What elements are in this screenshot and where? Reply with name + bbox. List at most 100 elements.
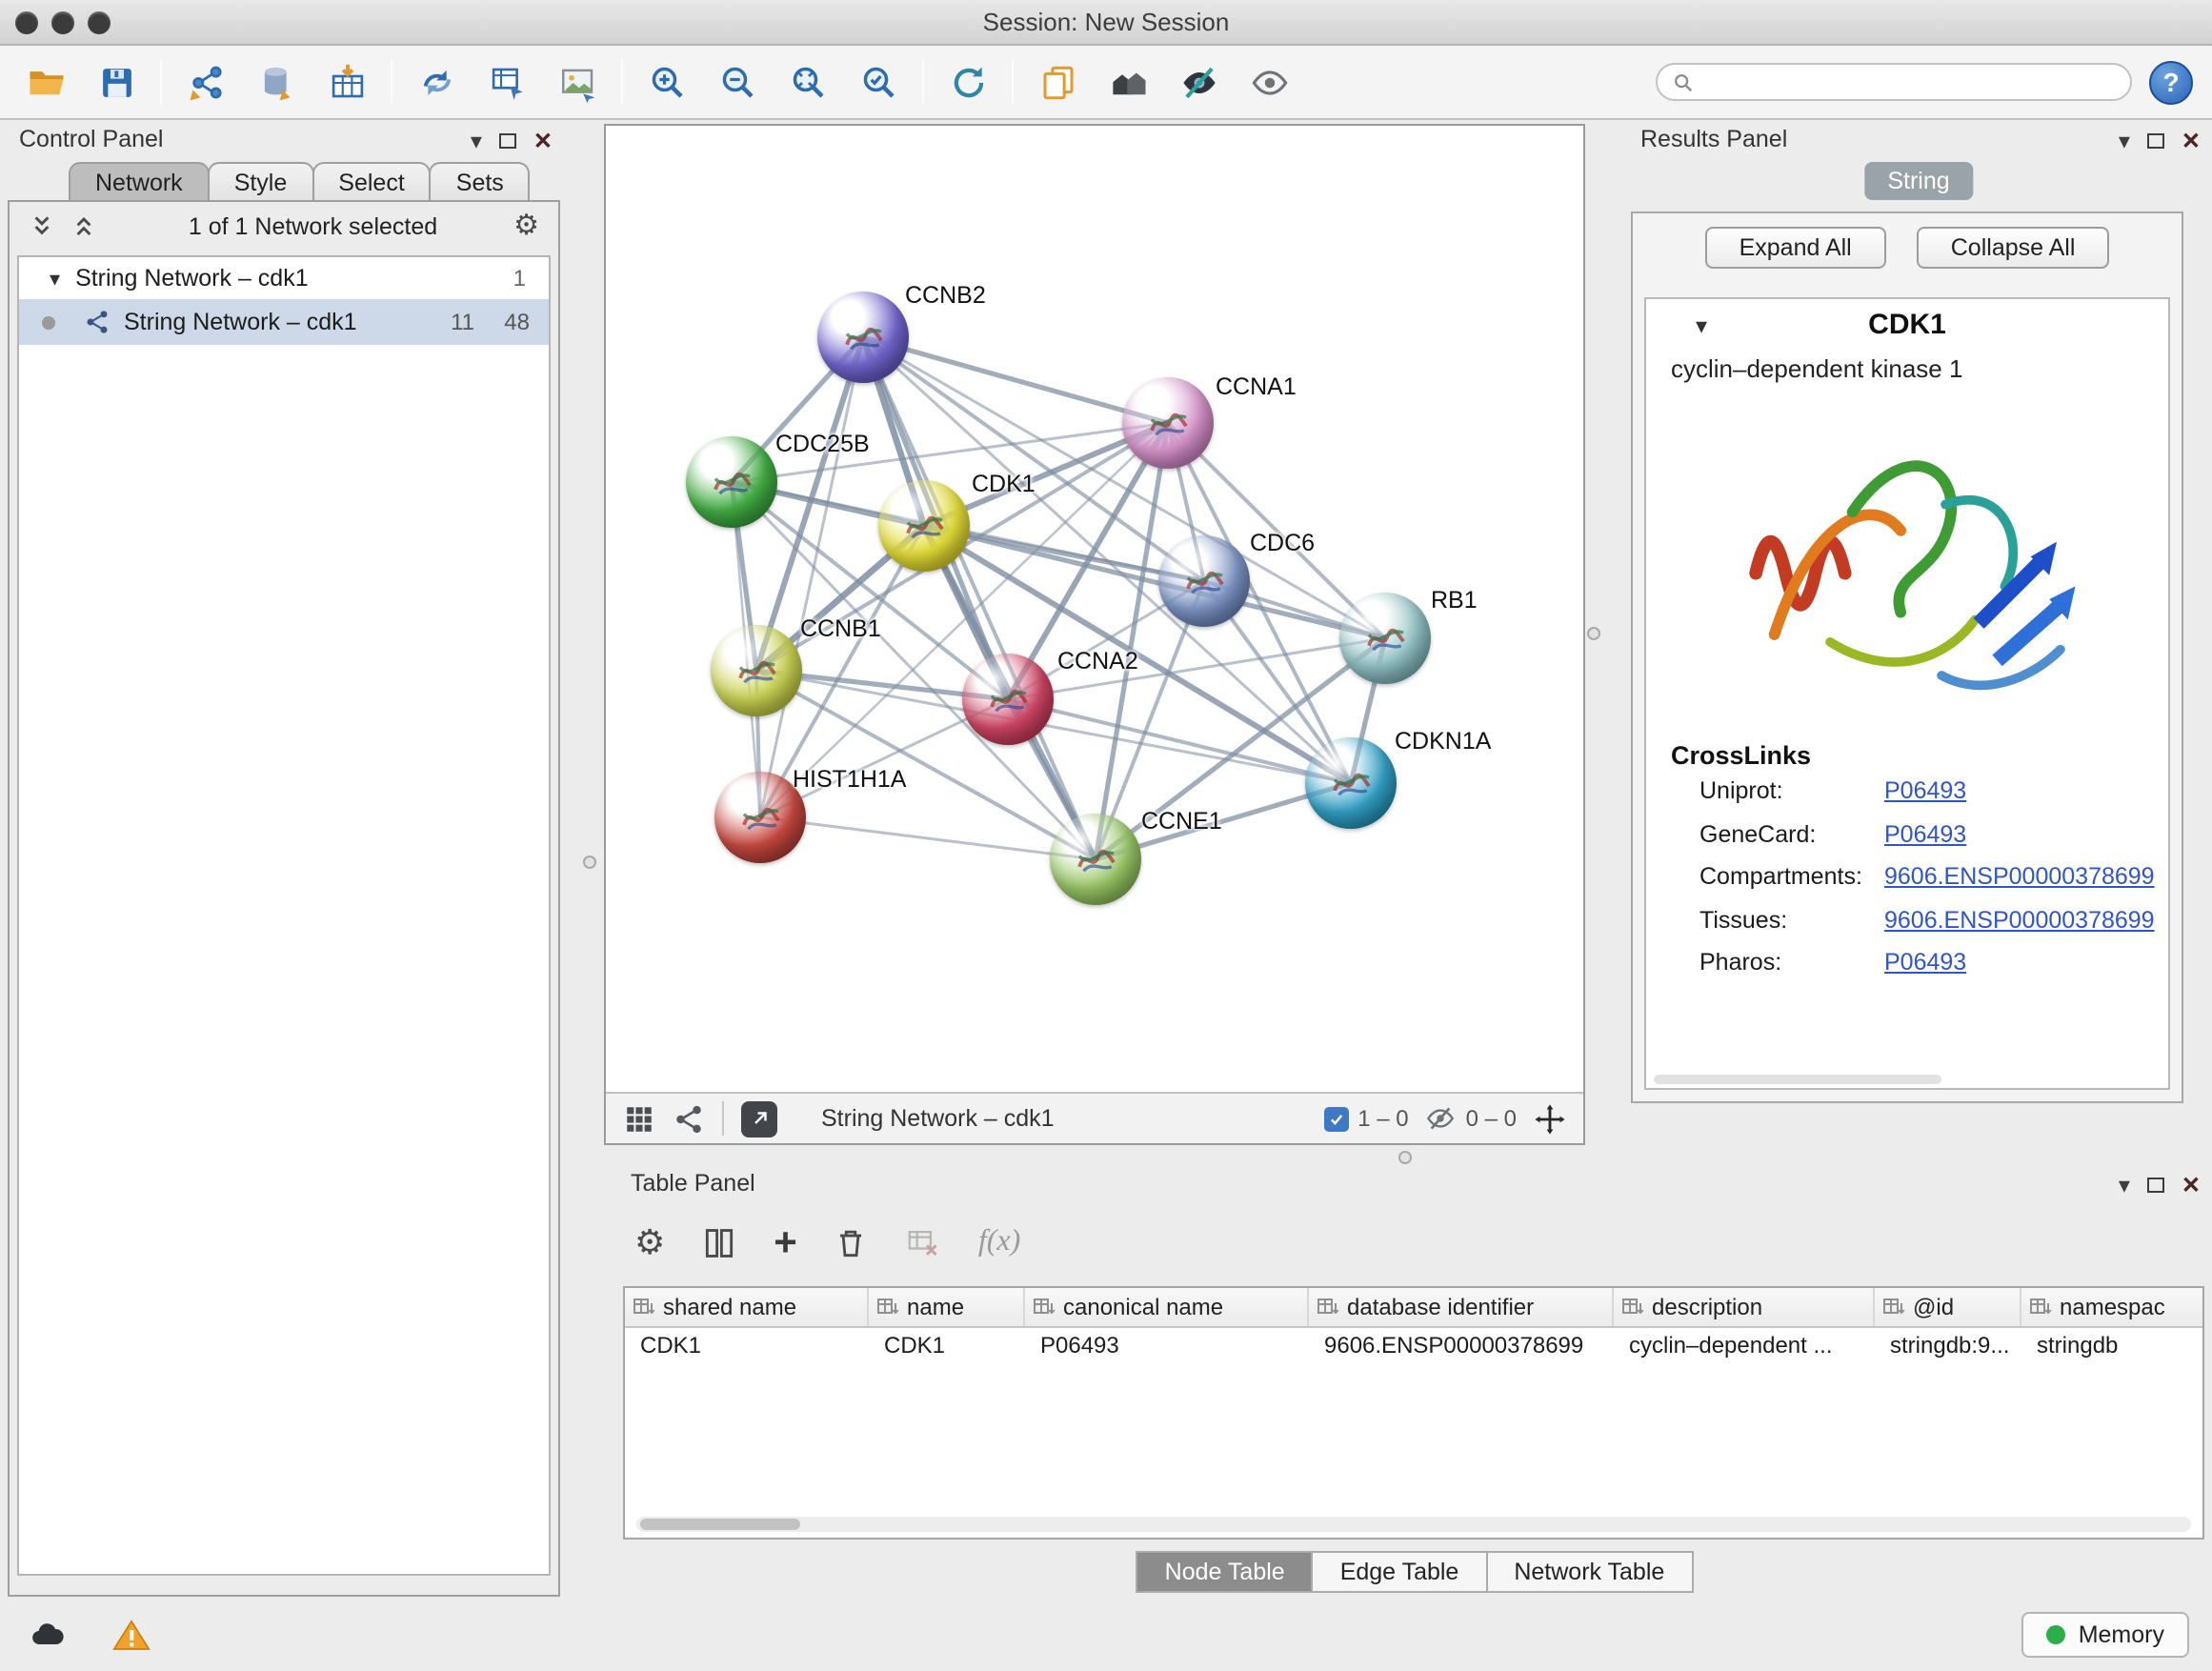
splitter-handle[interactable] [1398, 1151, 1412, 1164]
column-header--id[interactable]: @id [1875, 1288, 2021, 1326]
new-table-button[interactable] [480, 55, 533, 109]
help-button[interactable]: ? [2149, 60, 2193, 104]
expand-all-button[interactable]: Expand All [1705, 227, 1886, 269]
tab-sets[interactable]: Sets [430, 162, 531, 202]
fit-content-crosshair-icon[interactable] [1534, 1102, 1566, 1135]
network-node-cdc6[interactable] [1158, 535, 1250, 627]
panel-close-icon[interactable]: ✕ [2182, 1172, 2201, 1198]
network-node-rb1[interactable] [1339, 593, 1431, 684]
tab-network-table[interactable]: Network Table [1485, 1551, 1693, 1593]
network-node-label: HIST1H1A [793, 766, 907, 793]
gene-card-header[interactable]: ▾ CDK1 [1646, 299, 2168, 351]
warnings-button[interactable] [107, 1614, 156, 1656]
crosslink-link[interactable]: P06493 [1884, 778, 1966, 805]
network-options-gear-icon[interactable]: ⚙ [513, 211, 539, 242]
hide-selected-button[interactable] [1172, 55, 1225, 109]
tab-node-table[interactable]: Node Table [1136, 1551, 1314, 1593]
network-row[interactable]: String Network – cdk1 11 48 [19, 299, 549, 345]
zoom-fit-button[interactable] [781, 55, 835, 109]
column-header-database-identifier[interactable]: database identifier [1309, 1288, 1614, 1326]
first-neighbors-button[interactable] [1101, 55, 1155, 109]
panel-close-icon[interactable]: ✕ [2182, 128, 2201, 154]
selected-checkbox-icon[interactable] [1323, 1106, 1348, 1131]
show-columns-icon[interactable] [701, 1224, 737, 1260]
zoom-out-button[interactable] [711, 55, 764, 109]
tab-style[interactable]: Style [208, 162, 314, 202]
panel-float-icon[interactable] [499, 133, 516, 149]
crosslink-link[interactable]: P06493 [1884, 821, 1966, 848]
zoom-selected-button[interactable] [852, 55, 905, 109]
panel-menu-icon[interactable]: ▾ [471, 128, 482, 154]
tab-network[interactable]: Network [69, 162, 210, 202]
collapse-all-icon[interactable] [29, 211, 55, 242]
crosslink-link[interactable]: 9606.ENSP00000378699 [1884, 907, 2155, 934]
import-network-database-button[interactable] [250, 55, 303, 109]
clear-table-icon[interactable] [906, 1224, 942, 1260]
network-node-ccna1[interactable] [1122, 377, 1214, 469]
clone-network-button[interactable] [410, 55, 463, 109]
main-toolbar: ? [0, 46, 2212, 120]
collapse-all-button[interactable]: Collapse All [1917, 227, 2110, 269]
gene-collapse-icon[interactable]: ▾ [1696, 312, 1707, 339]
expand-all-icon[interactable] [70, 211, 97, 242]
panel-close-icon[interactable]: ✕ [533, 128, 553, 154]
copy-document-button[interactable] [1031, 55, 1084, 109]
network-node-ccne1[interactable] [1050, 814, 1141, 905]
network-canvas[interactable]: CCNB2CCNA1CDC25BCDK1CDC6RB1CCNB1CCNA2CDK… [606, 126, 1583, 1092]
gene-card-scrollbar[interactable] [1654, 1075, 1941, 1084]
delete-column-trash-icon[interactable] [834, 1224, 870, 1260]
panel-menu-icon[interactable]: ▾ [2119, 128, 2130, 154]
panel-float-icon[interactable] [2147, 133, 2164, 149]
import-table-file-button[interactable] [320, 55, 373, 109]
protein-thumbnail-icon [898, 500, 950, 552]
cloud-status-button[interactable] [23, 1614, 72, 1656]
crosslink-link[interactable]: 9606.ENSP00000378699 [1884, 864, 2155, 891]
import-network-file-button[interactable] [179, 55, 232, 109]
crosslink-label: Compartments: [1699, 864, 1884, 891]
birdseye-grid-icon[interactable] [623, 1102, 655, 1135]
tab-edge-table[interactable]: Edge Table [1312, 1551, 1488, 1593]
control-panel: Control Panel ▾ ✕ NetworkStyleSelectSets… [4, 124, 564, 1597]
network-node-ccnb1[interactable] [711, 625, 802, 716]
network-node-cdkn1a[interactable] [1305, 737, 1397, 829]
network-share-small-icon[interactable] [673, 1102, 705, 1135]
column-header-name[interactable]: name [869, 1288, 1025, 1326]
scrollbar-thumb[interactable] [640, 1519, 800, 1530]
table-settings-gear-icon[interactable]: ⚙ [634, 1222, 665, 1262]
search-box[interactable] [1656, 63, 2132, 101]
save-session-button[interactable] [90, 55, 143, 109]
crosslink-link[interactable]: P06493 [1884, 950, 1966, 976]
apply-layout-button[interactable] [941, 55, 995, 109]
table-horizontal-scrollbar[interactable] [636, 1517, 2191, 1532]
column-header-label: database identifier [1347, 1294, 1534, 1320]
table-cell: CDK1 [869, 1328, 1025, 1364]
network-node-cdc25b[interactable] [686, 436, 777, 528]
open-session-button[interactable] [19, 55, 72, 109]
protein-thumbnail-icon [1142, 397, 1194, 449]
network-node-ccna2[interactable] [962, 654, 1054, 745]
column-header-namespac[interactable]: namespac [2021, 1288, 2204, 1326]
network-node-ccnb2[interactable] [817, 292, 909, 383]
collection-collapse-icon[interactable]: ▾ [50, 266, 60, 291]
tab-select[interactable]: Select [312, 162, 432, 202]
panel-float-icon[interactable] [2147, 1178, 2164, 1193]
tab-string[interactable]: String [1864, 162, 1972, 200]
network-node-cdk1[interactable] [878, 480, 970, 572]
network-collection-row[interactable]: ▾ String Network – cdk1 1 [19, 257, 549, 299]
column-header-shared-name[interactable]: shared name [625, 1288, 869, 1326]
open-external-button[interactable] [741, 1100, 777, 1137]
column-header-canonical-name[interactable]: canonical name [1025, 1288, 1309, 1326]
hidden-eye-icon [1426, 1103, 1457, 1134]
show-all-button[interactable] [1242, 55, 1296, 109]
zoom-in-button[interactable] [640, 55, 694, 109]
splitter-handle[interactable] [1587, 627, 1600, 640]
splitter-handle[interactable] [583, 856, 596, 869]
table-row[interactable]: CDK1CDK1P064939606.ENSP00000378699cyclin… [625, 1328, 2202, 1364]
search-input[interactable] [1703, 67, 2115, 97]
panel-menu-icon[interactable]: ▾ [2119, 1172, 2130, 1198]
function-builder-icon[interactable]: f(x) [978, 1225, 1020, 1259]
add-column-icon[interactable]: + [774, 1224, 797, 1260]
export-image-button[interactable] [551, 55, 604, 109]
memory-button[interactable]: Memory [2021, 1612, 2189, 1658]
column-header-description[interactable]: description [1614, 1288, 1875, 1326]
